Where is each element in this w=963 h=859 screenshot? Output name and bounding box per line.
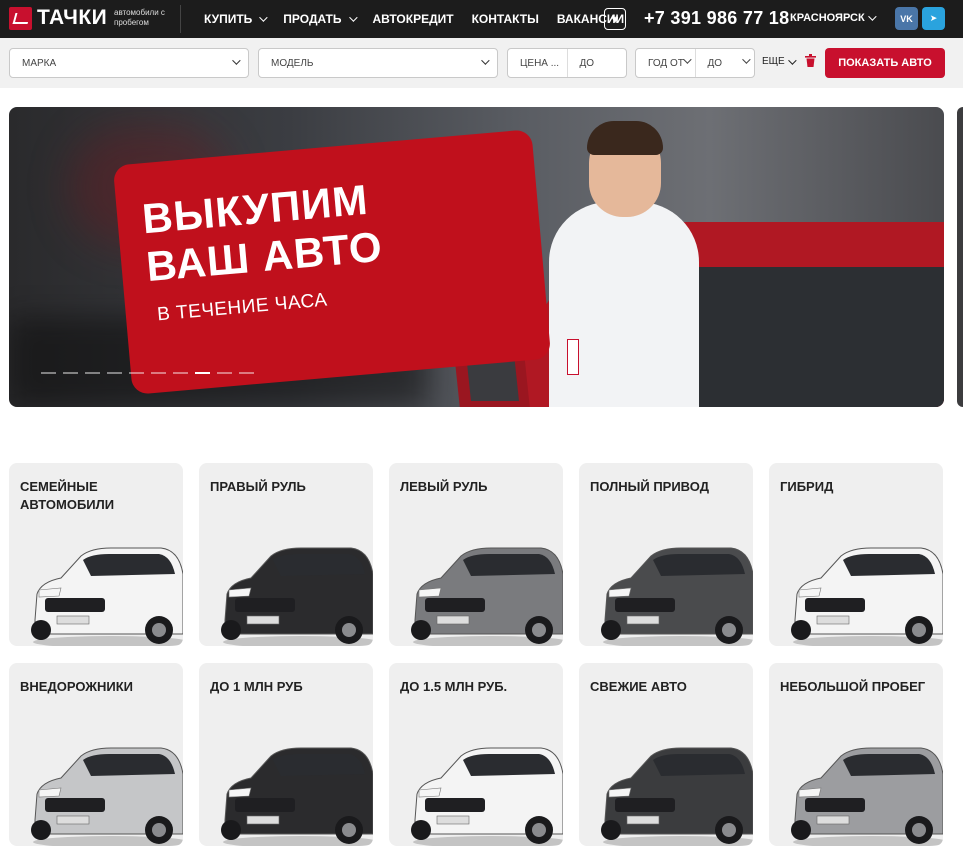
nav-item-autocredit[interactable]: АВТОКРЕДИТ [373,12,454,26]
nav-item-buy[interactable]: КУПИТЬ [204,12,268,26]
chevron-down-icon [232,56,241,65]
hero-headline: ВЫКУПИМ ВАШ АВТО [140,175,384,291]
category-car-image [31,747,183,846]
more-filters-button[interactable]: ЕЩЕ [762,55,797,67]
brand-select-placeholder: МАРКА [22,57,57,69]
category-car-image [601,547,753,646]
category-card-title: ЛЕВЫЙ РУЛЬ [400,479,488,494]
category-card[interactable]: ПОЛНЫЙ ПРИВОД [579,463,753,646]
slider-dot[interactable] [195,372,210,374]
nav-item-label: КОНТАКТЫ [471,12,539,26]
category-car-image [411,547,563,646]
category-card[interactable]: СЕМЕЙНЫЕ АВТОМОБИЛИ [9,463,183,646]
category-card[interactable]: ГИБРИД [769,463,943,646]
brand-select[interactable]: МАРКА [9,48,249,78]
telegram-icon[interactable]: ➤ [922,7,945,30]
category-card-title: ДО 1 МЛН РУБ [210,679,303,694]
category-card-title: ДО 1.5 МЛН РУБ. [400,679,508,694]
category-car-image [31,547,183,646]
category-card[interactable]: НЕБОЛЬШОЙ ПРОБЕГ [769,663,943,846]
category-car-image [601,747,753,846]
chevron-down-icon [348,13,358,22]
slider-dot[interactable] [151,372,166,374]
category-card[interactable]: СВЕЖИЕ АВТО [579,663,753,846]
heart-icon: ♥ [611,12,619,26]
price-from-input[interactable]: ЦЕНА ... [508,49,567,77]
logo-subtitle: автомобили с пробегом [114,8,165,27]
trash-icon[interactable] [805,54,816,67]
model-select-placeholder: МОДЕЛЬ [271,57,314,69]
chevron-down-icon [682,55,692,64]
chevron-down-icon [867,12,877,21]
slider-dot[interactable] [239,372,254,374]
model-select[interactable]: МОДЕЛЬ [258,48,498,78]
nav-item-label: ПРОДАТЬ [283,12,342,26]
category-card[interactable]: ДО 1 МЛН РУБ [199,663,373,846]
search-filter-bar: МАРКА МОДЕЛЬ ЦЕНА ... ДО ГОД ОТ ДО ЕЩЕ П… [0,38,963,88]
more-filters-label: ЕЩЕ [762,56,785,67]
slider-dot[interactable] [107,372,122,374]
year-from-select[interactable]: ГОД ОТ [636,49,695,77]
category-card-title: НЕБОЛЬШОЙ ПРОБЕГ [780,679,926,694]
category-card-title: ПОЛНЫЙ ПРИВОД [590,479,709,494]
city-selector[interactable]: КРАСНОЯРСК [790,12,877,24]
city-label: КРАСНОЯРСК [790,12,865,24]
nav-item-contacts[interactable]: КОНТАКТЫ [472,12,539,26]
site-logo[interactable]: ТАЧКИ [9,6,107,30]
hero-banner[interactable]: ВЫКУПИМ ВАШ АВТО В ТЕЧЕНИЕ ЧАСА [9,107,944,407]
slider-dot[interactable] [63,372,78,374]
slider-dot[interactable] [217,372,232,374]
category-card[interactable]: ПРАВЫЙ РУЛЬ [199,463,373,646]
nav-item-sell[interactable]: ПРОДАТЬ [283,12,358,26]
slider-pagination [41,372,254,374]
hero-person-hair [587,121,663,155]
category-card-title: СЕМЕЙНЫЕ АВТОМОБИЛИ [20,479,115,512]
chevron-down-icon [481,56,490,65]
logo-mark-icon [9,6,32,30]
favorites-button[interactable]: ♥ [604,8,626,30]
category-car-image [411,747,563,846]
chevron-down-icon [742,55,751,64]
top-navigation-bar: ТАЧКИ автомобили с пробегом КУПИТЬ ПРОДА… [0,0,963,38]
show-cars-button[interactable]: ПОКАЗАТЬ АВТО [825,48,945,78]
price-to-input[interactable]: ДО [566,49,627,77]
header-divider [180,5,181,33]
category-grid: СЕМЕЙНЫЕ АВТОМОБИЛИ ПРАВЫЙ РУЛЬ ЛЕВЫЙ РУЛЬ… [9,463,944,846]
category-card-title: ПРАВЫЙ РУЛЬ [210,479,306,494]
category-card[interactable]: ДО 1.5 МЛН РУБ. [389,663,563,846]
category-card-title: ГИБРИД [780,479,834,494]
category-car-image [221,747,373,846]
hero-person-image [549,202,699,407]
category-card[interactable]: ВНЕДОРОЖНИКИ [9,663,183,846]
phone-number[interactable]: +7 391 986 77 18 [644,8,789,29]
logo-text: ТАЧКИ [37,6,108,29]
year-from-placeholder: ГОД ОТ [648,57,684,69]
year-to-select[interactable]: ДО [694,49,755,77]
category-car-image [791,547,943,646]
chevron-down-icon [259,13,268,22]
main-nav: КУПИТЬ ПРОДАТЬ АВТОКРЕДИТ КОНТАКТЫ ВАКАН… [204,0,624,38]
category-car-image [791,747,943,846]
category-card[interactable]: ЛЕВЫЙ РУЛЬ [389,463,563,646]
hero-person-badge [567,339,579,375]
category-card-title: ВНЕДОРОЖНИКИ [20,679,134,694]
year-range: ГОД ОТ ДО [635,48,755,78]
nav-item-label: КУПИТЬ [204,12,253,26]
slider-dot[interactable] [129,372,144,374]
slider-dot[interactable] [41,372,56,374]
chevron-down-icon [787,55,797,65]
price-range: ЦЕНА ... ДО [507,48,627,78]
nav-item-label: АВТОКРЕДИТ [372,12,454,26]
slider-dot[interactable] [85,372,100,374]
year-to-placeholder: ДО [707,57,723,69]
slider-dot[interactable] [173,372,188,374]
vk-icon[interactable]: VK [895,7,918,30]
category-car-image [221,547,373,646]
next-slide-preview[interactable] [957,107,963,407]
category-card-title: СВЕЖИЕ АВТО [590,679,687,694]
